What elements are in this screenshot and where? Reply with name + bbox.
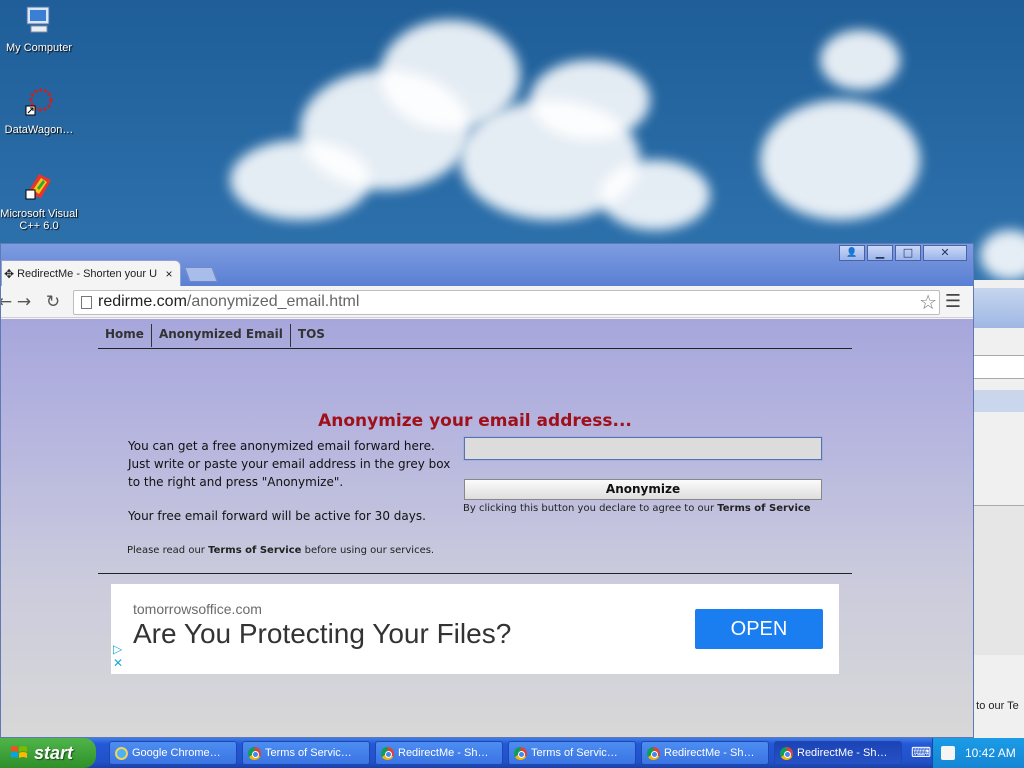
anonymize-button[interactable]: Anonymize: [464, 479, 822, 500]
nav-tos-link[interactable]: TOS: [291, 324, 332, 347]
move-icon: ✥: [4, 266, 15, 281]
taskbar-item-redirectme-active[interactable]: RedirectMe - Sh…: [774, 741, 902, 765]
background-window-text: e to our Te: [967, 700, 1019, 712]
minimize-button[interactable]: ▁: [867, 245, 893, 261]
url-path: /anonymized_email.html: [186, 293, 360, 310]
ie-icon: [115, 747, 128, 760]
tab-close-icon[interactable]: ×: [162, 267, 176, 281]
close-window-button[interactable]: ✕: [923, 245, 967, 261]
page-icon: [81, 296, 92, 309]
taskbar-item-terms-1[interactable]: Terms of Servic…: [242, 741, 370, 765]
window-controls: 👤 ▁ □ ✕: [839, 245, 967, 261]
tos-notice-link[interactable]: Terms of Service: [208, 545, 301, 556]
desktop-icon-my-computer[interactable]: My Computer: [0, 4, 78, 54]
visual-cpp-shortcut-icon: [25, 174, 51, 200]
bookmark-star-icon[interactable]: ☆: [919, 290, 937, 314]
new-tab-button[interactable]: [184, 267, 218, 282]
ad-headline[interactable]: Are You Protecting Your Files?: [133, 618, 511, 650]
back-arrow-icon[interactable]: ←: [1, 292, 15, 312]
agreement-tos-link[interactable]: Terms of Service: [717, 503, 810, 514]
site-nav: Home Anonymized Email TOS: [98, 324, 852, 349]
chrome-icon: [381, 747, 394, 760]
chrome-icon: [248, 747, 261, 760]
datawagon-shortcut-icon: [25, 88, 53, 116]
system-tray: 10:42 AM: [932, 738, 1024, 768]
browser-window[interactable]: 👤 ▁ □ ✕ ✥ RedirectMe - Shorten your U × …: [0, 243, 974, 738]
start-button[interactable]: start: [0, 738, 96, 768]
profile-button[interactable]: 👤: [839, 245, 865, 261]
taskbar-item-label: RedirectMe - Sh…: [797, 747, 888, 759]
chrome-icon: [780, 747, 793, 760]
keyboard-icon[interactable]: ⌨: [908, 738, 934, 768]
computer-icon: [26, 6, 50, 33]
desktop-icon-datawagon[interactable]: DataWagon…: [0, 86, 78, 136]
network-icon[interactable]: [941, 746, 955, 760]
ad-open-button[interactable]: OPEN: [695, 609, 823, 649]
reload-icon[interactable]: ↻: [43, 292, 63, 312]
address-bar[interactable]: redirme.com/anonymized_email.html: [73, 290, 940, 315]
chrome-icon: [647, 747, 660, 760]
agreement-prefix: By clicking this button you declare to a…: [463, 503, 718, 514]
maximize-button[interactable]: □: [895, 245, 921, 261]
instructions-text: You can get a free anonymized email forw…: [128, 439, 451, 489]
tos-notice-prefix: Please read our: [127, 545, 209, 556]
desktop-icon-visual-cpp[interactable]: Microsoft Visual C++ 6.0: [0, 170, 78, 232]
nav-home-link[interactable]: Home: [98, 324, 152, 347]
content-divider: [98, 573, 852, 574]
chrome-icon: [514, 747, 527, 760]
tab-title: RedirectMe - Shorten your U: [17, 267, 158, 280]
start-label: start: [34, 743, 74, 763]
tab-redirectme[interactable]: ✥ RedirectMe - Shorten your U ×: [1, 260, 181, 286]
ad-banner[interactable]: tomorrowsoffice.com Are You Protecting Y…: [111, 584, 839, 674]
taskbar: start Google Chrome… Terms of Servic… Re…: [0, 738, 1024, 768]
desktop-icon-label: DataWagon…: [4, 124, 74, 136]
browser-toolbar: ← → ↻ redirme.com/anonymized_email.html …: [1, 286, 973, 318]
taskbar-item-redirectme-2[interactable]: RedirectMe - Sh…: [641, 741, 769, 765]
agreement-text: By clicking this button you declare to a…: [463, 503, 811, 514]
taskbar-item-google-chrome[interactable]: Google Chrome…: [109, 741, 237, 765]
active-duration-text: Your free email forward will be active f…: [128, 509, 426, 523]
windows-flag-icon: [11, 746, 27, 758]
clock[interactable]: 10:42 AM: [965, 746, 1016, 760]
desktop-icon-label: My Computer: [5, 42, 73, 54]
nav-anonymized-email-link[interactable]: Anonymized Email: [152, 324, 291, 347]
browser-titlebar[interactable]: 👤 ▁ □ ✕ ✥ RedirectMe - Shorten your U ×: [1, 244, 973, 286]
page-content: Home Anonymized Email TOS Anonymize your…: [1, 319, 973, 737]
taskbar-item-label: Terms of Servic…: [265, 747, 352, 759]
taskbar-item-label: Terms of Servic…: [531, 747, 618, 759]
taskbar-item-label: RedirectMe - Sh…: [398, 747, 489, 759]
taskbar-item-label: RedirectMe - Sh…: [664, 747, 755, 759]
taskbar-item-redirectme-1[interactable]: RedirectMe - Sh…: [375, 741, 503, 765]
desktop-icon-label: Microsoft Visual C++ 6.0: [0, 208, 78, 232]
chrome-menu-icon[interactable]: ☰: [945, 291, 961, 312]
ad-close-icon[interactable]: ✕: [113, 656, 123, 670]
page-heading: Anonymize your email address...: [318, 411, 632, 431]
forward-arrow-icon[interactable]: →: [14, 292, 34, 312]
adchoices-icon[interactable]: ▷ ✕: [113, 642, 123, 670]
tos-notice: Please read our Terms of Service before …: [127, 545, 434, 556]
taskbar-item-label: Google Chrome…: [132, 747, 221, 759]
tos-notice-suffix: before using our services.: [301, 545, 435, 556]
url-host: redirme.com: [98, 293, 187, 310]
taskbar-item-terms-2[interactable]: Terms of Servic…: [508, 741, 636, 765]
ad-domain: tomorrowsoffice.com: [133, 601, 262, 617]
email-input[interactable]: [463, 436, 823, 461]
